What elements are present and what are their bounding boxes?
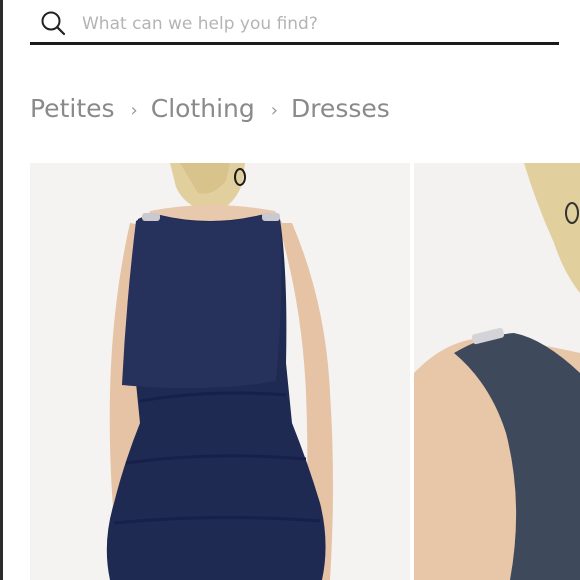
search-input[interactable] (82, 9, 542, 39)
search-bar[interactable] (30, 7, 559, 45)
dress-back-view-image (106, 163, 333, 580)
breadcrumb-dresses[interactable]: Dresses (291, 94, 390, 123)
chevron-right-icon: › (130, 99, 138, 121)
chevron-right-icon: › (270, 99, 278, 121)
dress-shoulder-detail-image (414, 163, 580, 580)
left-edge-divider (0, 0, 3, 580)
breadcrumb-petites[interactable]: Petites (30, 94, 115, 123)
search-icon[interactable] (40, 10, 66, 36)
product-image-main[interactable] (30, 163, 410, 580)
breadcrumb-clothing[interactable]: Clothing (151, 94, 255, 123)
product-image-detail[interactable] (414, 163, 580, 580)
breadcrumb: Petites › Clothing › Dresses (30, 88, 390, 128)
